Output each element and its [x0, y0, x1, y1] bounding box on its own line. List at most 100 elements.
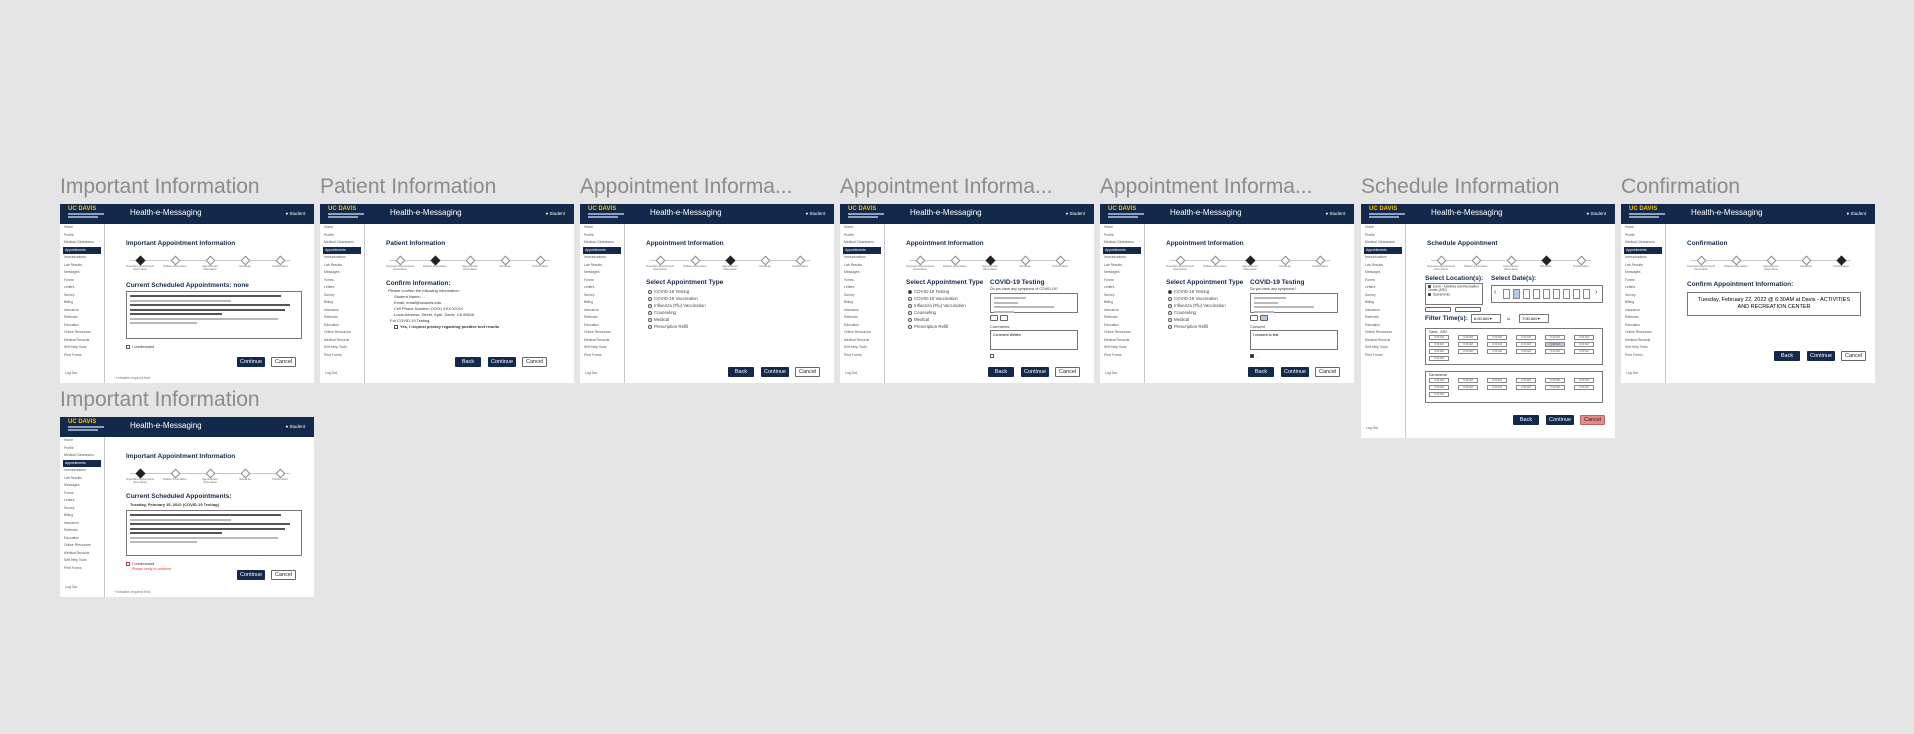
sidebar-item[interactable]: Medical Clearances: [60, 452, 104, 460]
sidebar-item[interactable]: Print Forms: [1100, 352, 1144, 360]
sidebar-item[interactable]: Survey: [60, 292, 104, 300]
sidebar-item[interactable]: Letters: [1621, 284, 1665, 292]
date-cell[interactable]: [1573, 289, 1580, 299]
sidebar-item[interactable]: Print Forms: [60, 565, 104, 573]
cancel-button[interactable]: Cancel: [271, 570, 297, 580]
sidebar-item[interactable]: Insurance: [840, 307, 884, 315]
sidebar-item[interactable]: Print Forms: [580, 352, 624, 360]
sidebar-item[interactable]: Messages: [1621, 269, 1665, 277]
sidebar-item[interactable]: Online Resources: [840, 329, 884, 337]
type-radio-prescription[interactable]: Prescription Refill: [648, 324, 688, 329]
sidebar-item[interactable]: Forms: [60, 490, 104, 498]
sidebar-item[interactable]: Lab Results: [60, 475, 104, 483]
cancel-button[interactable]: Cancel: [1580, 415, 1606, 425]
time-slot[interactable]: 6:30 AM: [1545, 342, 1565, 347]
sidebar-item[interactable]: Billing: [1100, 299, 1144, 307]
sidebar-item[interactable]: Medical Records: [1361, 337, 1405, 345]
type-radio-covid-testing[interactable]: COVID-19 Testing: [1168, 289, 1209, 294]
sidebar-item[interactable]: Referrals: [1100, 314, 1144, 322]
sidebar-item[interactable]: Immunizations: [60, 254, 104, 262]
clear-all-button[interactable]: [1455, 307, 1481, 312]
cancel-button[interactable]: Cancel: [522, 357, 548, 367]
sidebar-item[interactable]: Referrals: [840, 314, 884, 322]
sidebar-item[interactable]: Print Forms: [320, 352, 364, 360]
time-from-select[interactable]: 6:00 AM ▾: [1471, 314, 1501, 323]
sidebar-item[interactable]: Home: [1361, 224, 1405, 232]
sidebar-item[interactable]: Print Forms: [1361, 352, 1405, 360]
continue-button[interactable]: Continue: [1807, 351, 1836, 361]
sidebar-item[interactable]: Profile: [1100, 232, 1144, 240]
time-slot[interactable]: 6:30 AM: [1545, 335, 1565, 340]
sidebar-item[interactable]: Education: [1621, 322, 1665, 330]
sidebar-item[interactable]: Self-Help Tools: [580, 344, 624, 352]
sidebar-item[interactable]: Insurance: [1100, 307, 1144, 315]
time-slot[interactable]: 6:30 AM: [1545, 385, 1565, 390]
logout-link[interactable]: Log Out: [65, 371, 77, 375]
type-radio-covid-vaccination[interactable]: COVID-19 Vaccination: [648, 296, 698, 301]
time-slot[interactable]: 6:30 AM: [1574, 335, 1594, 340]
yes-button[interactable]: [990, 315, 998, 321]
sidebar-item[interactable]: Education: [1100, 322, 1144, 330]
type-radio-prescription[interactable]: Prescription Refill: [1168, 324, 1208, 329]
sidebar-item[interactable]: Referrals: [60, 314, 104, 322]
type-radio-covid-testing[interactable]: COVID-19 Testing: [648, 289, 689, 294]
sidebar-item[interactable]: Insurance: [60, 307, 104, 315]
sidebar-item[interactable]: Letters: [320, 284, 364, 292]
sidebar-item[interactable]: Insurance: [1361, 307, 1405, 315]
date-cell[interactable]: [1543, 289, 1550, 299]
time-slot[interactable]: 6:30 AM: [1458, 342, 1478, 347]
user-menu[interactable]: ● Student: [1326, 211, 1345, 216]
back-button[interactable]: Back: [1774, 351, 1800, 361]
time-slot[interactable]: 6:30 AM: [1429, 385, 1449, 390]
type-radio-counseling[interactable]: Counseling: [908, 310, 936, 315]
sidebar-item[interactable]: Survey: [1621, 292, 1665, 300]
sidebar-item[interactable]: Immunizations: [840, 254, 884, 262]
sidebar-item[interactable]: Lab Results: [1361, 262, 1405, 270]
sidebar-item[interactable]: Education: [580, 322, 624, 330]
sidebar-item[interactable]: Forms: [1100, 277, 1144, 285]
sidebar-item[interactable]: Medical Clearances: [320, 239, 364, 247]
time-slot[interactable]: 6:30 AM: [1429, 335, 1449, 340]
back-button[interactable]: Back: [455, 357, 481, 367]
time-slot[interactable]: 6:30 AM: [1429, 392, 1449, 397]
sidebar-item[interactable]: Home: [60, 437, 104, 445]
time-slot[interactable]: 6:30 AM: [1458, 378, 1478, 383]
date-cell[interactable]: [1563, 289, 1570, 299]
time-slot[interactable]: 6:30 AM: [1574, 378, 1594, 383]
sidebar-item[interactable]: Appointments: [1624, 246, 1662, 254]
type-radio-medical[interactable]: Medical: [1168, 317, 1189, 322]
sidebar-item[interactable]: Immunizations: [320, 254, 364, 262]
time-slot[interactable]: 6:30 AM: [1487, 349, 1507, 354]
sidebar-item[interactable]: Self-Help Tools: [1361, 344, 1405, 352]
prev-week-icon[interactable]: ‹: [1494, 289, 1496, 296]
user-menu[interactable]: ● Student: [286, 211, 305, 216]
next-week-icon[interactable]: ›: [1595, 289, 1597, 296]
symptoms-list[interactable]: [1250, 293, 1338, 313]
sidebar-item[interactable]: Self-Help Tools: [1621, 344, 1665, 352]
time-slot[interactable]: 6:30 AM: [1516, 378, 1536, 383]
sidebar-item[interactable]: Billing: [580, 299, 624, 307]
sidebar-item[interactable]: Online Resources: [580, 329, 624, 337]
sidebar-item[interactable]: Billing: [1621, 299, 1665, 307]
sidebar-item[interactable]: Referrals: [60, 527, 104, 535]
time-slot[interactable]: 6:30 AM: [1429, 342, 1449, 347]
sidebar-item[interactable]: Appointments: [63, 459, 101, 467]
sidebar-item[interactable]: Insurance: [580, 307, 624, 315]
consent-checkbox[interactable]: ...: [1250, 354, 1259, 359]
sidebar-item[interactable]: Profile: [60, 445, 104, 453]
sidebar-item[interactable]: Self-Help Tools: [60, 557, 104, 565]
type-radio-flu-vaccination[interactable]: Influenza (Flu) Vaccination: [648, 303, 706, 308]
sidebar-item[interactable]: Appointments: [63, 246, 101, 254]
sidebar-item[interactable]: Medical Records: [1100, 337, 1144, 345]
sidebar-item[interactable]: Medical Records: [320, 337, 364, 345]
location-select[interactable]: Davis - Activities and Recreation Center…: [1425, 283, 1483, 305]
sidebar-item[interactable]: Profile: [320, 232, 364, 240]
sidebar-item[interactable]: Education: [60, 322, 104, 330]
continue-button[interactable]: Continue: [1021, 367, 1050, 377]
sidebar-item[interactable]: Online Resources: [1621, 329, 1665, 337]
sidebar-item[interactable]: Home: [60, 224, 104, 232]
privacy-checkbox[interactable]: Yes, I request privacy regarding positiv…: [394, 324, 499, 329]
sidebar-item[interactable]: Medical Records: [1621, 337, 1665, 345]
back-button[interactable]: Back: [728, 367, 754, 377]
sidebar-item[interactable]: Letters: [580, 284, 624, 292]
